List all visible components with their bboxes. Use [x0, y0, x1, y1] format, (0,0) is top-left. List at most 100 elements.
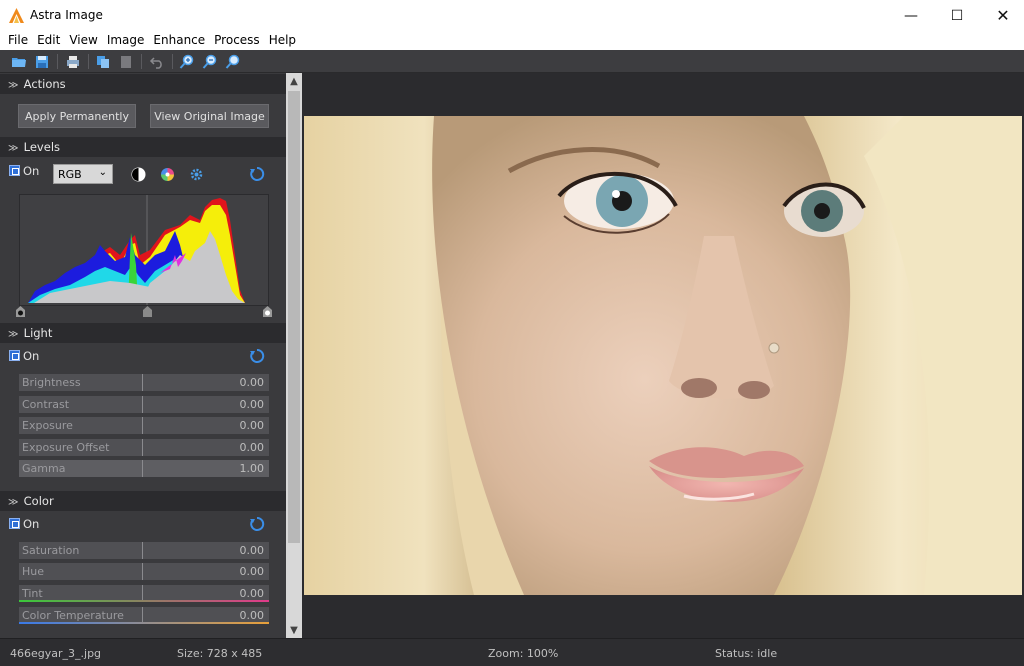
- slider-center-tick: [142, 374, 143, 391]
- minimize-button[interactable]: —: [888, 0, 934, 31]
- menu-process[interactable]: Process: [210, 31, 265, 50]
- tint-gradient-bar: [19, 600, 269, 602]
- black-point-handle[interactable]: [16, 306, 25, 317]
- window-title: Astra Image: [30, 8, 103, 22]
- exposure-slider[interactable]: Exposure 0.00: [19, 417, 269, 434]
- slider-label: Tint: [22, 587, 43, 600]
- color-on-checkbox[interactable]: [9, 518, 20, 529]
- slider-center-tick: [142, 542, 143, 559]
- hue-slider[interactable]: Hue 0.00: [19, 563, 269, 580]
- scrollbar-thumb[interactable]: [288, 91, 300, 543]
- slider-label: Exposure Offset: [22, 441, 110, 454]
- menu-enhance[interactable]: Enhance: [149, 31, 210, 50]
- scroll-up-icon[interactable]: ▲: [286, 73, 302, 89]
- collapse-chevron-icon: ≫: [8, 143, 19, 154]
- channel-select[interactable]: RGB ⌄: [53, 164, 113, 184]
- menu-file[interactable]: File: [4, 31, 33, 50]
- light-section-header[interactable]: ≫ Light: [0, 323, 286, 343]
- collapse-chevron-icon: ≫: [8, 497, 19, 508]
- slider-label: Gamma: [22, 462, 66, 475]
- levels-on-checkbox[interactable]: [9, 165, 20, 176]
- saturation-slider[interactable]: Saturation 0.00: [19, 542, 269, 559]
- reset-levels-icon[interactable]: [249, 166, 265, 182]
- slider-value: 0.00: [239, 565, 265, 578]
- levels-title: Levels: [23, 140, 61, 154]
- reset-light-icon[interactable]: [249, 348, 265, 364]
- zoom-out-icon[interactable]: [200, 52, 220, 71]
- toolbar-separator: [57, 54, 58, 69]
- menu-bar: File Edit View Image Enhance Process Hel…: [0, 31, 1024, 50]
- slider-label: Hue: [22, 565, 45, 578]
- open-folder-icon[interactable]: [9, 52, 29, 71]
- midtone-handle[interactable]: [143, 306, 152, 317]
- light-on-checkbox[interactable]: [9, 350, 20, 361]
- apply-permanently-button[interactable]: Apply Permanently: [18, 104, 136, 128]
- slider-value: 0.00: [239, 398, 265, 411]
- contrast-icon[interactable]: [131, 167, 146, 182]
- status-filename: 466egyar_3_.jpg: [10, 647, 102, 660]
- histogram-graph: [28, 195, 245, 305]
- slider-label: Color Temperature: [22, 609, 124, 622]
- actions-section-header[interactable]: ≫ Actions: [0, 74, 286, 94]
- reset-color-icon[interactable]: [249, 516, 265, 532]
- color-wheel-icon[interactable]: [160, 167, 175, 182]
- temperature-gradient-bar: [19, 622, 269, 624]
- slider-value: 0.00: [239, 587, 265, 600]
- actions-title: Actions: [23, 77, 66, 91]
- portrait-photo: [304, 116, 1022, 595]
- menu-view[interactable]: View: [65, 31, 102, 50]
- slider-value: 0.00: [239, 609, 265, 622]
- slider-center-tick: [142, 460, 143, 477]
- color-temperature-slider[interactable]: Color Temperature 0.00: [19, 607, 269, 624]
- white-point-handle[interactable]: [263, 306, 272, 317]
- slider-center-tick: [142, 417, 143, 434]
- slider-value: 1.00: [239, 462, 265, 475]
- delete-icon[interactable]: [116, 52, 136, 71]
- light-on-label: On: [23, 349, 40, 363]
- panel-scrollbar[interactable]: ▲ ▼: [286, 73, 302, 638]
- copy-icon[interactable]: [93, 52, 113, 71]
- zoom-in-icon[interactable]: [177, 52, 197, 71]
- slider-value: 0.00: [239, 441, 265, 454]
- status-bar: 466egyar_3_.jpg Size: 728 x 485 Zoom: 10…: [0, 638, 1024, 666]
- toolbar-separator: [88, 54, 89, 69]
- menu-image[interactable]: Image: [103, 31, 150, 50]
- light-title: Light: [23, 326, 53, 340]
- chevron-down-icon: ⌄: [98, 167, 107, 178]
- color-section-header[interactable]: ≫ Color: [0, 491, 286, 511]
- adjustments-panel: ≫ Actions Apply Permanently View Origina…: [0, 73, 286, 638]
- menu-edit[interactable]: Edit: [33, 31, 65, 50]
- slider-center-tick: [142, 563, 143, 580]
- print-icon[interactable]: [63, 52, 83, 71]
- exposure-offset-slider[interactable]: Exposure Offset 0.00: [19, 439, 269, 456]
- tint-slider[interactable]: Tint 0.00: [19, 585, 269, 602]
- close-button[interactable]: ✕: [980, 0, 1024, 31]
- contrast-slider[interactable]: Contrast 0.00: [19, 396, 269, 413]
- menu-help[interactable]: Help: [265, 31, 301, 50]
- title-bar: Astra Image — ☐ ✕: [0, 0, 1024, 31]
- settings-gear-icon[interactable]: [189, 167, 204, 182]
- color-title: Color: [23, 494, 54, 508]
- toolbar-separator: [141, 54, 142, 69]
- maximize-button[interactable]: ☐: [934, 0, 980, 31]
- slider-value: 0.00: [239, 419, 265, 432]
- levels-on-label: On: [23, 164, 40, 178]
- gamma-slider[interactable]: Gamma 1.00: [19, 460, 269, 477]
- zoom-fit-icon[interactable]: [223, 52, 243, 71]
- view-original-image-button[interactable]: View Original Image: [150, 104, 269, 128]
- brightness-slider[interactable]: Brightness 0.00: [19, 374, 269, 391]
- undo-icon[interactable]: [147, 52, 167, 71]
- slider-label: Saturation: [22, 544, 80, 557]
- channel-select-value: RGB: [58, 168, 82, 181]
- portrait-image: [304, 116, 1022, 595]
- scroll-down-icon[interactable]: ▼: [286, 622, 302, 638]
- astra-logo-icon: [9, 8, 24, 23]
- levels-histogram[interactable]: [19, 194, 269, 306]
- collapse-chevron-icon: ≫: [8, 329, 19, 340]
- toolbar: [0, 50, 1024, 73]
- save-icon[interactable]: [32, 52, 52, 71]
- slider-value: 0.00: [239, 544, 265, 557]
- levels-section-header[interactable]: ≫ Levels: [0, 137, 286, 157]
- slider-value: 0.00: [239, 376, 265, 389]
- status-image-size: Size: 728 x 485: [177, 647, 263, 660]
